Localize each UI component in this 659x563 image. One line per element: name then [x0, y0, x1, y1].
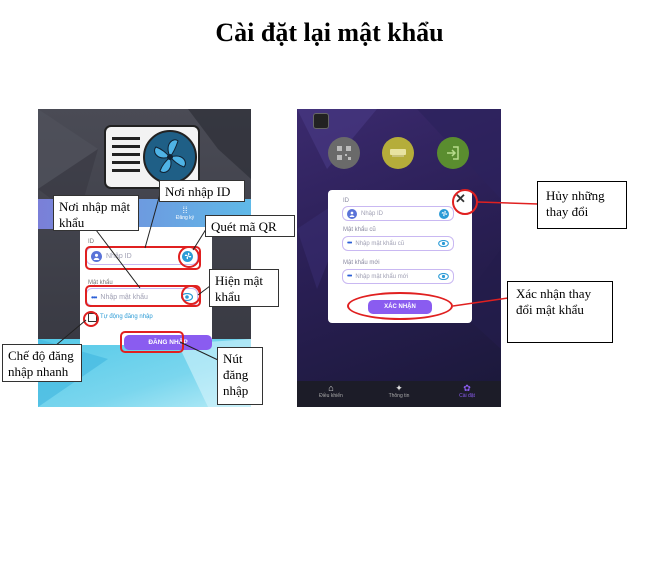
callout-quick-login: Chế độ đăng nhập nhanh: [2, 344, 82, 382]
callout-qr-scan: Quét mã QR: [205, 215, 295, 237]
callout-cancel-changes: Hủy những thay đổi: [537, 181, 627, 229]
callout-id-input: Nơi nhập ID: [159, 180, 245, 202]
callout-password-input: Nơi nhập mật khẩu: [53, 195, 139, 231]
callout-show-password: Hiện mật khẩu: [209, 269, 279, 307]
callout-login-button: Nút đăng nhập: [217, 347, 263, 405]
callout-confirm-change: Xác nhận thay đổi mật khẩu: [507, 281, 613, 343]
